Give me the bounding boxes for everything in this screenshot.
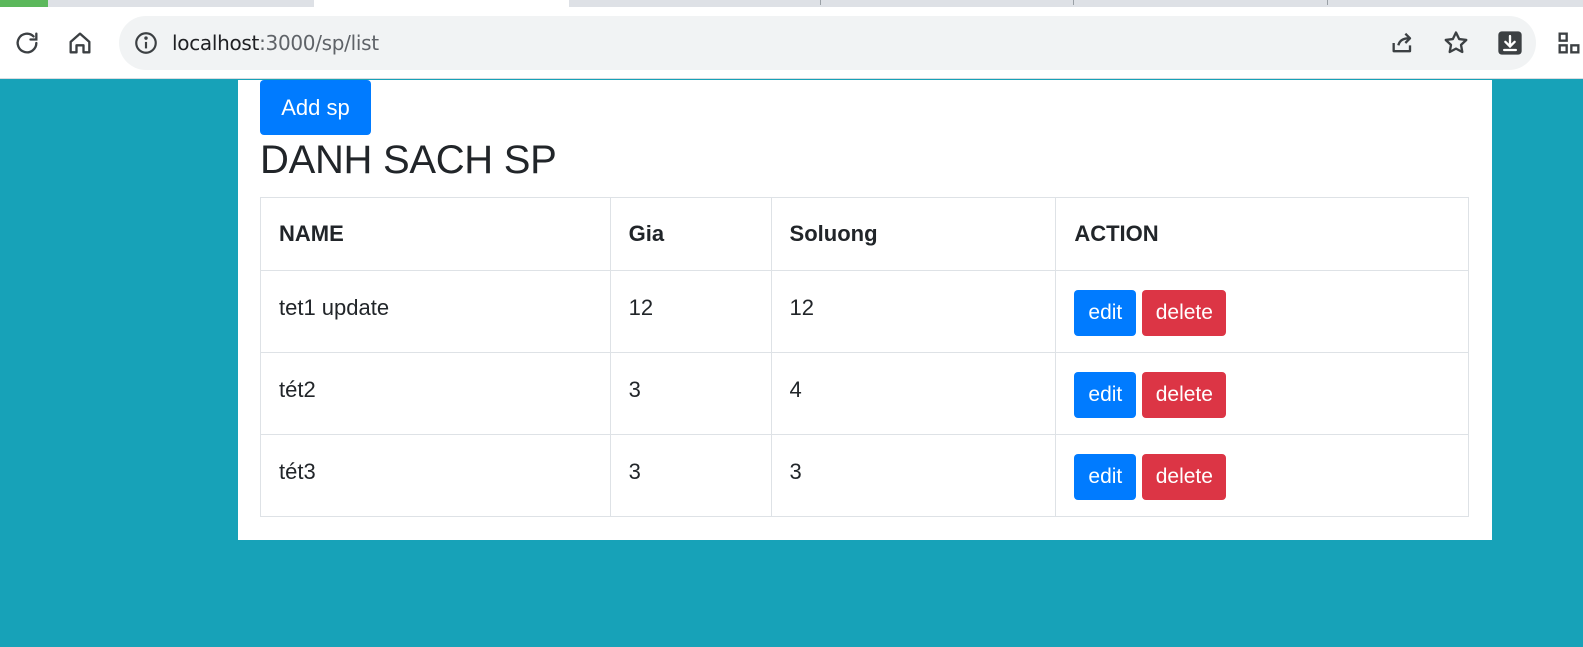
delete-button[interactable]: delete — [1142, 454, 1227, 500]
share-icon[interactable] — [1387, 27, 1419, 59]
tab-separator — [1073, 0, 1074, 5]
extensions-icon[interactable] — [1553, 27, 1583, 59]
home-icon[interactable] — [64, 27, 96, 59]
table-row: tét3 3 3 edit delete — [260, 434, 1469, 517]
table-row: tét2 3 4 edit delete — [260, 352, 1469, 435]
address-bar[interactable]: localhost:3000/sp/list — [119, 16, 1536, 70]
cell-action: edit delete — [1055, 270, 1469, 353]
delete-button[interactable]: delete — [1142, 290, 1227, 336]
tab-inactive[interactable] — [48, 0, 314, 7]
url-host: localhost — [172, 31, 260, 55]
bookmark-star-icon[interactable] — [1440, 27, 1472, 59]
edit-button[interactable]: edit — [1074, 454, 1137, 500]
cell-gia: 3 — [609, 434, 772, 517]
reload-icon[interactable] — [11, 27, 43, 59]
column-header-soluong: Soluong — [770, 197, 1057, 271]
column-header-gia: Gia — [609, 197, 772, 271]
cell-name: tét2 — [260, 352, 611, 435]
tab-loading-indicator — [0, 0, 48, 7]
site-info-icon[interactable] — [130, 27, 162, 59]
table-row: tet1 update 12 12 edit delete — [260, 270, 1469, 353]
product-table: NAME Gia Soluong ACTION tet1 update 12 1… — [260, 197, 1469, 517]
tab-separator — [1327, 0, 1328, 5]
add-sp-button[interactable]: Add sp — [260, 80, 371, 135]
download-icon[interactable] — [1494, 27, 1526, 59]
browser-toolbar: localhost:3000/sp/list — [0, 7, 1583, 79]
address-url[interactable]: localhost:3000/sp/list — [172, 31, 379, 55]
column-header-name: NAME — [260, 197, 611, 271]
cell-action: edit delete — [1055, 434, 1469, 517]
cell-action: edit delete — [1055, 352, 1469, 435]
cell-soluong: 3 — [770, 434, 1057, 517]
page-title: DANH SACH SP — [260, 138, 557, 182]
delete-button[interactable]: delete — [1142, 372, 1227, 418]
table-header-row: NAME Gia Soluong ACTION — [260, 197, 1469, 271]
url-path: :3000/sp/list — [259, 31, 379, 55]
cell-soluong: 4 — [770, 352, 1057, 435]
cell-gia: 3 — [609, 352, 772, 435]
content-card: Add sp DANH SACH SP NAME Gia Soluong ACT… — [238, 80, 1492, 540]
cell-name: tet1 update — [260, 270, 611, 353]
column-header-action: ACTION — [1055, 197, 1469, 271]
edit-button[interactable]: edit — [1074, 290, 1137, 336]
edit-button[interactable]: edit — [1074, 372, 1137, 418]
tab-strip — [0, 0, 1583, 7]
cell-name: tét3 — [260, 434, 611, 517]
cell-gia: 12 — [609, 270, 772, 353]
cell-soluong: 12 — [770, 270, 1057, 353]
tab-inactive[interactable] — [569, 0, 1583, 7]
tab-separator — [820, 0, 821, 5]
